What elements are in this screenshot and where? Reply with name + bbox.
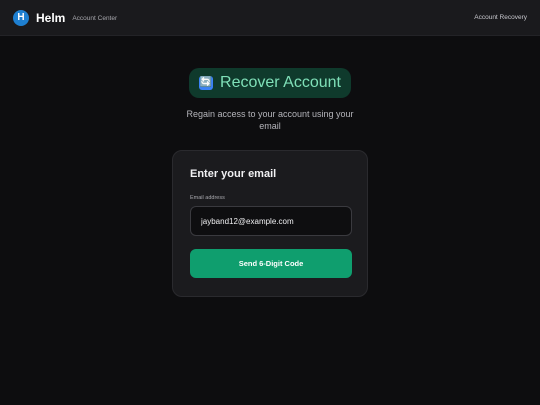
brand-subtitle: Account Center xyxy=(72,15,118,22)
recovery-form-card: Enter your email Email address Send 6-Di… xyxy=(172,150,368,297)
brand-name: Helm xyxy=(36,10,66,25)
form-title: Enter your email xyxy=(190,168,277,180)
refresh-icon: 🔄 xyxy=(199,76,214,90)
account-recovery-link[interactable]: Account Recovery xyxy=(474,14,527,21)
page-title-pill: 🔄 Recover Account xyxy=(189,68,351,98)
email-label: Email address xyxy=(190,195,225,201)
helm-logo-icon: H xyxy=(13,9,29,26)
send-code-button[interactable]: Send 6-Digit Code xyxy=(190,249,352,278)
page-subtitle: Regain access to your account using your… xyxy=(186,109,354,131)
page-title: Recover Account xyxy=(220,74,341,91)
hero: 🔄 Recover Account Regain access to your … xyxy=(0,68,540,132)
top-bar: H Helm Account Center Account Recovery xyxy=(0,0,540,36)
brand[interactable]: H Helm Account Center xyxy=(13,9,118,26)
email-field[interactable] xyxy=(190,206,352,236)
